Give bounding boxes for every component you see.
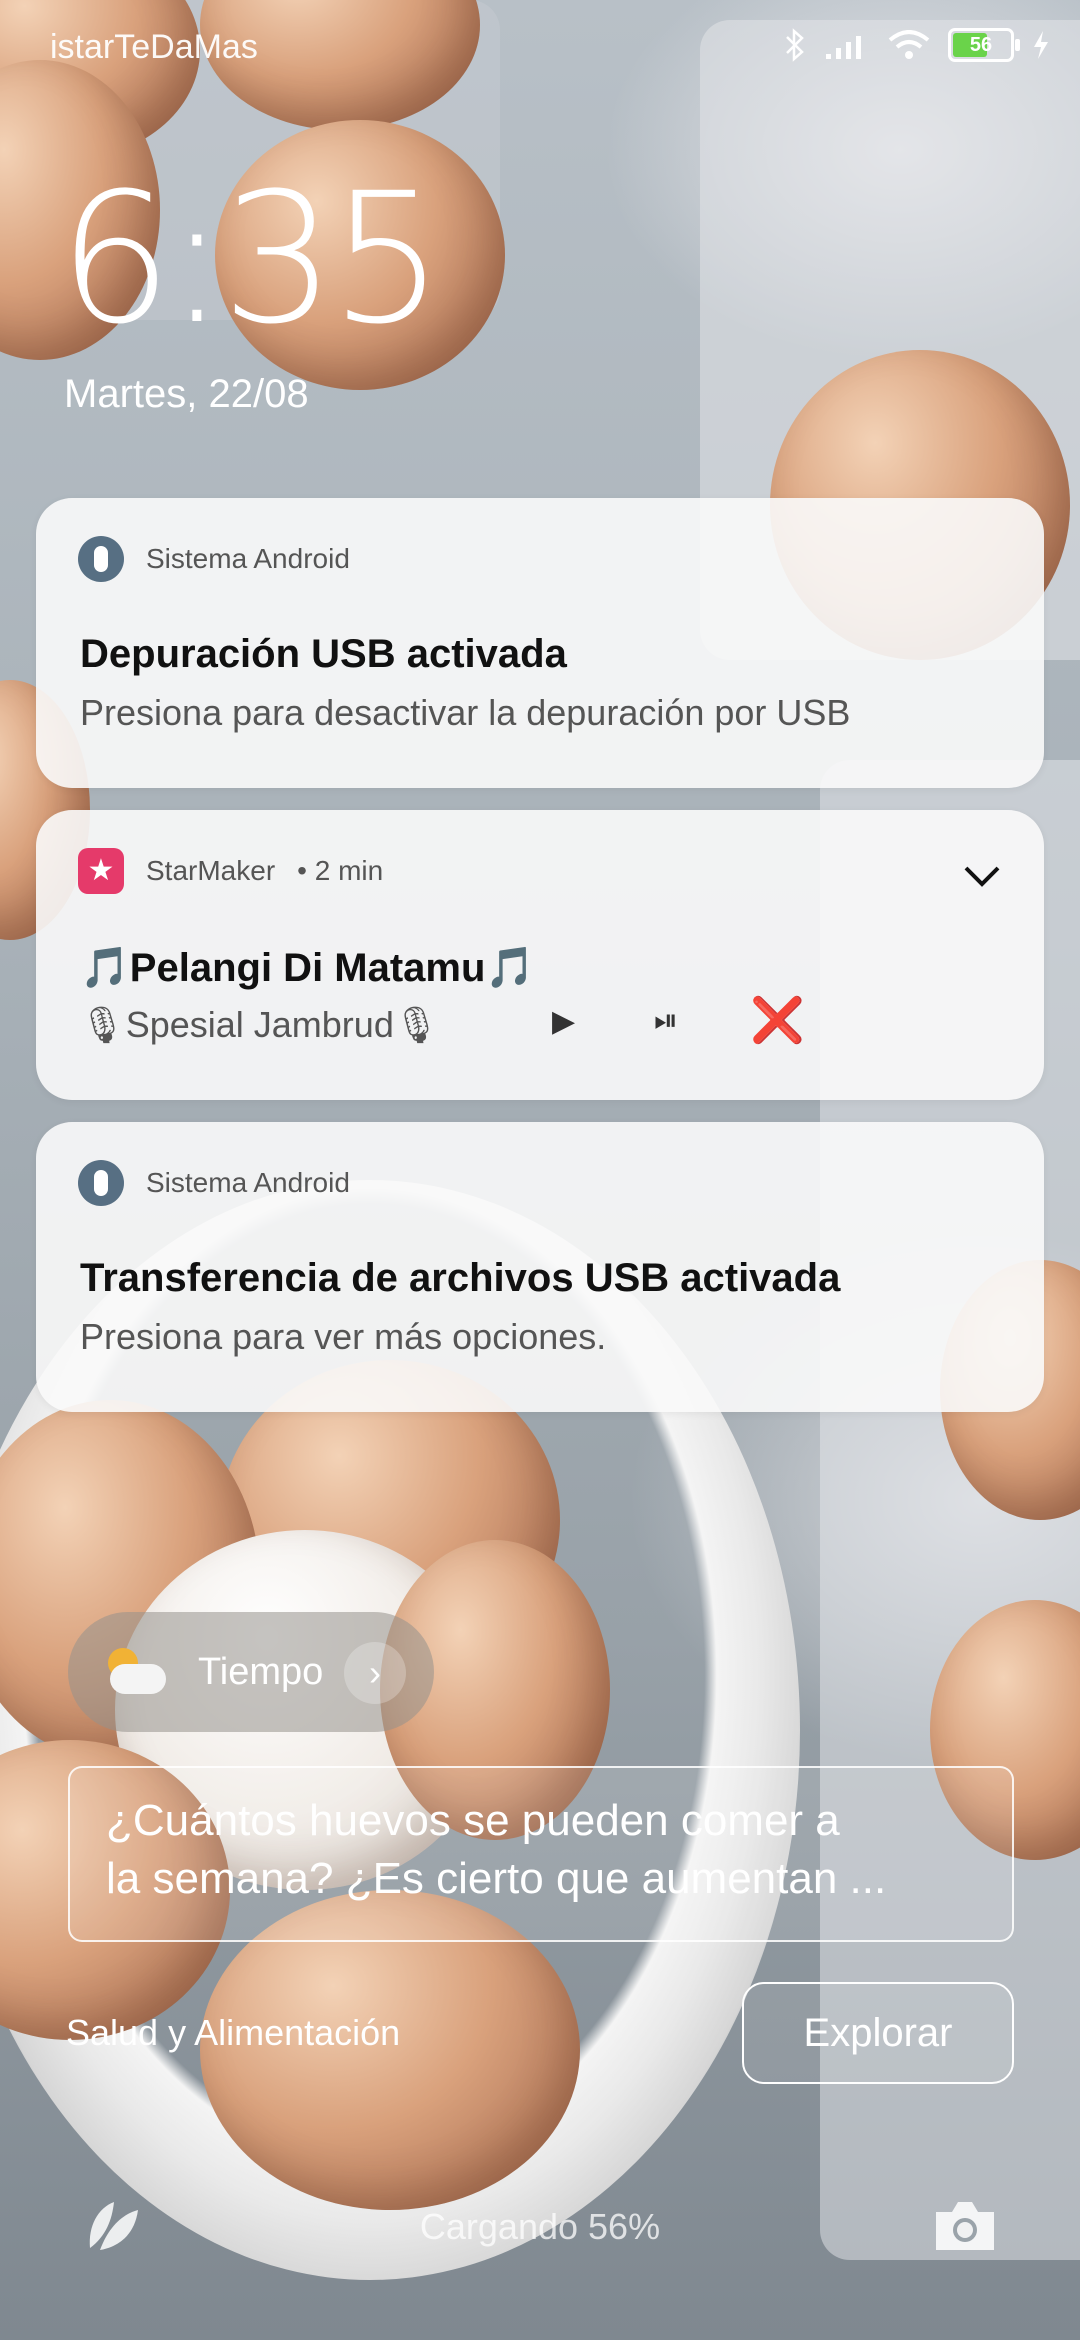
notification-header: Sistema Android — [78, 1160, 350, 1206]
notification-title: Depuración USB activada — [80, 632, 567, 676]
android-system-icon — [78, 536, 124, 582]
status-bar: istarTeDaMas 56 — [0, 0, 1080, 100]
play-button[interactable]: ▶ — [552, 1004, 575, 1039]
play-pause-button[interactable]: ⏯ — [654, 1004, 678, 1038]
notification-title: Transferencia de archivos USB activada — [80, 1256, 841, 1300]
notification-app-name: Sistema Android — [146, 543, 350, 574]
camera-icon[interactable] — [932, 2198, 998, 2254]
article-category: Salud y Alimentación — [66, 2012, 401, 2053]
chevron-right-icon: › — [344, 1642, 406, 1704]
lockscreen-clock: 6:35 — [58, 155, 444, 364]
notification-header: ★ StarMaker • 2 min — [78, 848, 383, 894]
chevron-down-icon[interactable] — [962, 860, 1002, 890]
bluetooth-icon — [786, 28, 804, 62]
notification-body: Presiona para ver más opciones. — [80, 1316, 607, 1357]
wifi-icon — [888, 30, 930, 59]
weather-label: Tiempo — [198, 1650, 324, 1693]
notification-app-name: Sistema Android — [146, 1167, 350, 1198]
android-system-icon — [78, 1160, 124, 1206]
notification-usb-file-transfer[interactable]: Sistema Android Transferencia de archivo… — [36, 1122, 1044, 1412]
weather-widget[interactable]: Tiempo › — [68, 1612, 434, 1732]
starmaker-app-icon: ★ — [78, 848, 124, 894]
charging-bolt-icon — [1034, 31, 1048, 59]
notification-starmaker[interactable]: ★ StarMaker • 2 min 🎵Pelangi Di Matamu🎵 … — [36, 810, 1044, 1100]
notification-time: • 2 min — [297, 855, 384, 886]
signal-icon — [826, 36, 861, 59]
partly-cloudy-icon — [104, 1648, 168, 1696]
notification-usb-debugging[interactable]: Sistema Android Depuración USB activada … — [36, 498, 1044, 788]
notification-body: Presiona para desactivar la depuración p… — [80, 692, 851, 733]
wallpaper-article-card[interactable]: ¿Cuántos huevos se pueden comer a la sem… — [68, 1766, 1014, 1942]
notification-app-name: StarMaker — [146, 855, 276, 886]
carrier-name: istarTeDaMas — [50, 28, 258, 66]
notification-body: 🎙Spesial Jambrud🎙 — [80, 1004, 440, 1045]
status-icons: 56 — [784, 28, 1050, 62]
article-headline: ¿Cuántos huevos se pueden comer a la sem… — [106, 1792, 986, 1908]
article-line-2: la semana? ¿Es cierto que aumentan ... — [106, 1854, 887, 1903]
battery-level: 56 — [969, 33, 993, 56]
close-media-button[interactable]: ❌ — [750, 994, 805, 1046]
notification-header: Sistema Android — [78, 536, 350, 582]
notification-title: 🎵Pelangi Di Matamu🎵 — [80, 946, 536, 990]
charging-status: Cargando 56% — [419, 2206, 661, 2247]
explore-button[interactable]: Explorar — [742, 1982, 1014, 2084]
battery-icon: 56 — [948, 28, 1020, 62]
lockscreen-date: Martes, 22/08 — [64, 372, 309, 416]
article-line-1: ¿Cuántos huevos se pueden comer a — [106, 1796, 840, 1845]
